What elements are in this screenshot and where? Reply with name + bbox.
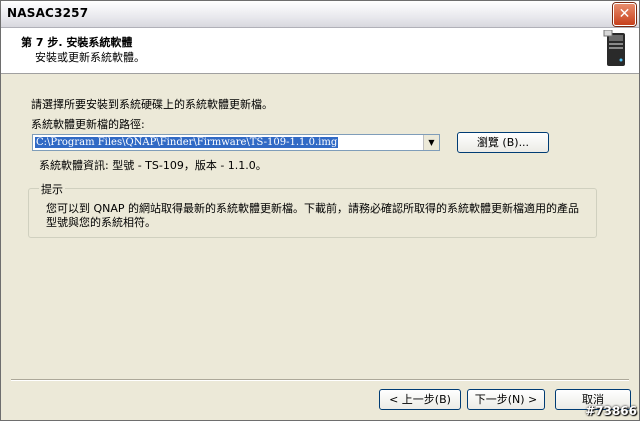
firmware-info: 系統軟體資訊: 型號 - TS-109，版本 - 1.1.0。: [39, 159, 267, 172]
close-icon: ✕: [618, 6, 631, 22]
step-subtitle: 安裝或更新系統軟體。: [35, 51, 145, 64]
firmware-path-combobox[interactable]: C:\Program Files\QNAP\Finder\Firmware\TS…: [32, 134, 440, 151]
firmware-path-value: C:\Program Files\QNAP\Finder\Firmware\TS…: [35, 137, 339, 148]
server-icon: [603, 30, 625, 66]
close-button[interactable]: ✕: [613, 3, 636, 26]
next-button[interactable]: 下一步(N) >: [467, 389, 545, 410]
title-bar[interactable]: NASAC3257 ✕: [1, 1, 639, 28]
installer-window: NASAC3257 ✕ 第 7 步. 安裝系統軟體 安裝或更新系統軟體。 請選擇…: [0, 0, 640, 421]
instruction-text: 請選擇所要安裝到系統硬碟上的系統軟體更新檔。: [31, 98, 273, 111]
hint-text: 您可以到 QNAP 的網站取得最新的系統軟體更新檔。下載前，請務必確認所取得的系…: [46, 202, 580, 229]
footer-divider: [11, 379, 629, 381]
wizard-header: 第 7 步. 安裝系統軟體 安裝或更新系統軟體。: [1, 28, 639, 74]
back-button[interactable]: < 上一步(B): [379, 389, 461, 410]
hint-legend: 提示: [39, 181, 65, 197]
hint-group: 提示 您可以到 QNAP 的網站取得最新的系統軟體更新檔。下載前，請務必確認所取…: [28, 181, 597, 238]
window-title: NASAC3257: [7, 6, 89, 20]
path-label: 系統軟體更新檔的路徑:: [31, 118, 145, 131]
watermark-label: #73866: [585, 404, 637, 418]
chevron-down-icon[interactable]: ▼: [423, 135, 439, 150]
browse-button[interactable]: 瀏覽 (B)...: [457, 132, 549, 153]
step-title: 第 7 步. 安裝系統軟體: [21, 36, 133, 49]
